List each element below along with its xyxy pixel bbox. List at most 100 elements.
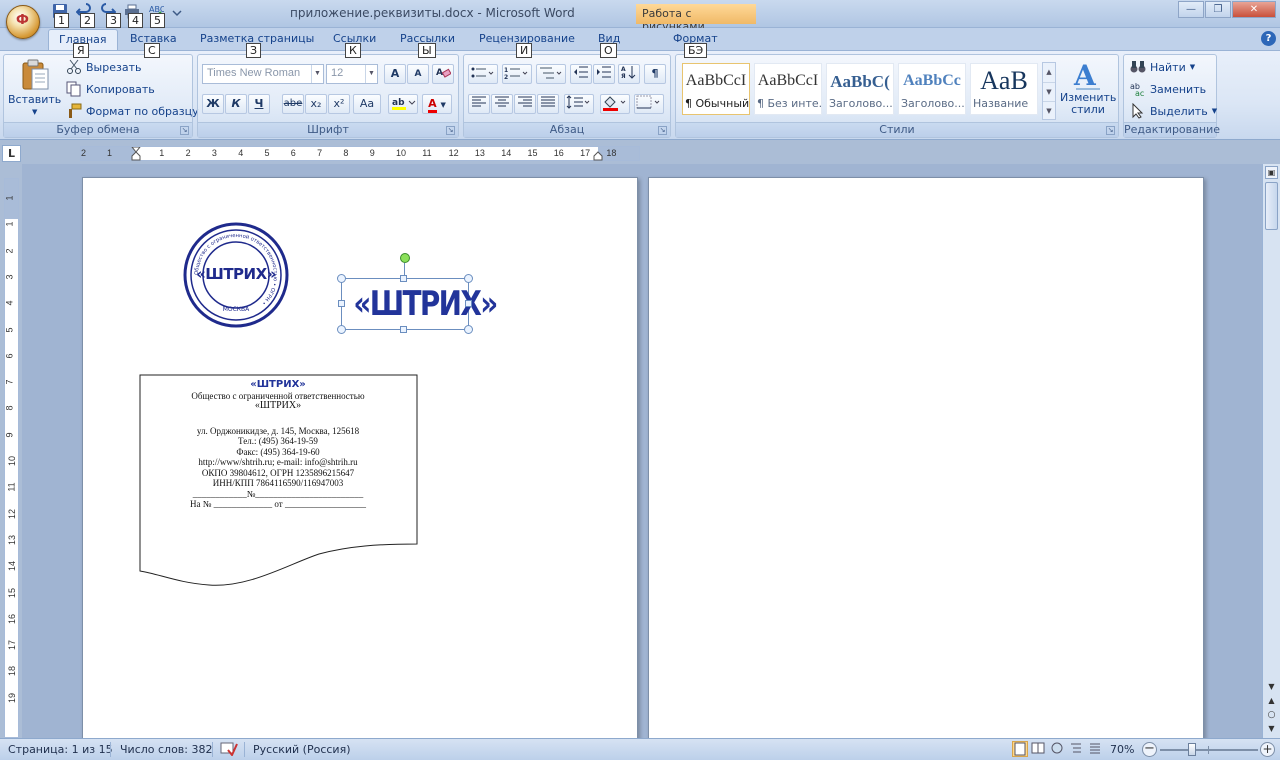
multilevel-list-button[interactable] (536, 64, 566, 84)
change-styles-button[interactable]: A Изменить стили (1060, 59, 1116, 116)
resize-handle-w[interactable] (338, 300, 345, 307)
resize-handle-sw[interactable] (337, 325, 346, 334)
style-heading-2[interactable]: AaBbCc Заголово... (898, 63, 966, 115)
resize-handle-ne[interactable] (464, 274, 473, 283)
strikethrough-button[interactable]: abe (282, 94, 304, 114)
clipboard-dialog-launcher[interactable]: ↘ (180, 126, 189, 135)
company-stamp[interactable]: Общество с ограниченной ответственностью… (183, 222, 289, 328)
tab-selector[interactable]: L (2, 145, 21, 162)
restore-button[interactable]: ❐ (1205, 1, 1231, 18)
zoom-out-button[interactable]: − (1142, 742, 1157, 757)
resize-handle-n[interactable] (400, 275, 407, 282)
zoom-in-button[interactable]: + (1260, 742, 1275, 757)
select-browse-object-button[interactable]: ○ (1265, 710, 1278, 722)
tab-keytip-view: О (600, 43, 617, 58)
decrease-indent-button[interactable] (570, 64, 592, 84)
subscript-button[interactable]: x₂ (305, 94, 327, 114)
justify-button[interactable] (537, 94, 559, 114)
page-count[interactable]: Страница: 1 из 15 (8, 743, 113, 756)
rotation-handle[interactable] (400, 253, 410, 263)
italic-button[interactable]: К (225, 94, 247, 114)
font-family-combo[interactable]: Times New Roman ▼ (202, 64, 324, 84)
select-button[interactable]: Выделить ▼ (1130, 103, 1217, 119)
borders-button[interactable] (634, 94, 664, 114)
resize-handle-se[interactable] (464, 325, 473, 334)
web-layout-view-button[interactable] (1050, 741, 1066, 757)
grow-font-button[interactable]: A (384, 64, 406, 84)
resize-handle-e[interactable] (465, 300, 472, 307)
zoom-slider-thumb[interactable] (1188, 743, 1196, 756)
indent-marker-icon[interactable] (131, 147, 141, 161)
paste-icon (22, 59, 49, 90)
letterhead-blank[interactable]: «ШТРИХ» Общество с ограниченной ответств… (139, 374, 419, 588)
window-controls: — ❐ ✕ (1178, 1, 1276, 18)
find-button[interactable]: Найти ▼ (1130, 59, 1195, 75)
right-indent-marker-icon[interactable] (593, 151, 603, 161)
document-page-1[interactable]: Общество с ограниченной ответственностью… (82, 177, 638, 747)
bullets-button[interactable] (468, 64, 498, 84)
resize-handle-nw[interactable] (337, 274, 346, 283)
scrollbar-thumb[interactable] (1265, 182, 1278, 230)
styles-dialog-launcher[interactable]: ↘ (1106, 126, 1115, 135)
sort-button[interactable]: АЯ (618, 64, 640, 84)
horizontal-ruler[interactable]: 2 1 1 2 3 4 5 6 7 8 9 10 11 12 13 14 15 16 17 18 (80, 146, 640, 161)
underline-button[interactable]: Ч (248, 94, 270, 114)
minimize-button[interactable]: — (1178, 1, 1204, 18)
align-left-button[interactable] (468, 94, 490, 114)
line-spacing-button[interactable] (564, 94, 594, 114)
style-title[interactable]: AaB Название (970, 63, 1038, 115)
cut-button[interactable]: Вырезать (66, 59, 141, 75)
vertical-scrollbar[interactable]: ▣ ▼ ▲ ○ ▼ (1262, 164, 1280, 738)
increase-indent-button[interactable] (593, 64, 615, 84)
print-layout-view-button[interactable] (1012, 741, 1028, 757)
zoom-slider[interactable] (1160, 743, 1258, 756)
previous-browse-button[interactable]: ▲ (1265, 696, 1278, 708)
help-button[interactable]: ? (1261, 31, 1276, 46)
font-size-combo[interactable]: 12 ▼ (326, 64, 378, 84)
document-workspace[interactable]: Общество с ограниченной ответственностью… (22, 164, 1262, 747)
proofing-icon[interactable] (220, 742, 238, 756)
superscript-button[interactable]: x² (328, 94, 350, 114)
customize-qat-button[interactable] (172, 3, 184, 23)
office-button[interactable]: Ф (6, 5, 40, 39)
outline-view-button[interactable] (1069, 741, 1085, 757)
clear-formatting-button[interactable]: A (432, 64, 454, 84)
replace-button[interactable]: ab ac Заменить (1130, 81, 1206, 97)
change-case-button[interactable]: Aa (353, 94, 381, 114)
next-browse-button[interactable]: ▼ (1265, 724, 1278, 736)
styles-gallery-scroll[interactable]: ▲ ▼ ▼ (1042, 62, 1056, 120)
style-heading-1[interactable]: AaBbC( Заголово... (826, 63, 894, 115)
shading-button[interactable] (600, 94, 630, 114)
language-indicator[interactable]: Русский (Россия) (253, 743, 351, 756)
paragraph-dialog-launcher[interactable]: ↘ (658, 126, 667, 135)
close-button[interactable]: ✕ (1232, 1, 1276, 18)
show-formatting-marks-button[interactable]: ¶ (644, 64, 666, 84)
font-dialog-launcher[interactable]: ↘ (446, 126, 455, 135)
shrink-font-button[interactable]: A (407, 64, 429, 84)
copy-button[interactable]: Копировать (66, 81, 155, 97)
numbering-button[interactable]: 12 (502, 64, 532, 84)
zoom-level[interactable]: 70% (1110, 743, 1134, 756)
document-page-2[interactable] (648, 177, 1204, 747)
ruler-toggle-button[interactable]: ▣ (1265, 166, 1278, 179)
align-center-button[interactable] (491, 94, 513, 114)
vertical-ruler[interactable]: 1 1 2 3 4 5 6 7 8 9 10 11 12 13 14 15 16 17 18 19 (4, 178, 19, 738)
letterhead-logo: «ШТРИХ» (250, 379, 306, 390)
full-screen-reading-view-button[interactable] (1031, 741, 1047, 757)
bold-button[interactable]: Ж (202, 94, 224, 114)
highlight-button[interactable]: ab (388, 94, 418, 114)
paste-button[interactable]: Вставить ▼ (8, 59, 61, 116)
style-no-spacing[interactable]: AaBbCcI ¶ Без инте... (754, 63, 822, 115)
selected-logo-picture[interactable]: «ШТРИХ» (337, 253, 498, 334)
strikethrough-icon: abe (283, 98, 303, 109)
ruler-number: 1 (4, 195, 15, 201)
scroll-down-arrow[interactable]: ▼ (1265, 682, 1278, 694)
resize-handle-s[interactable] (400, 326, 407, 333)
svg-text:A: A (1073, 59, 1097, 91)
format-painter-button[interactable]: Формат по образцу (66, 103, 199, 119)
draft-view-button[interactable] (1088, 741, 1104, 757)
align-right-button[interactable] (514, 94, 536, 114)
font-color-button[interactable]: A ▼ (422, 94, 452, 114)
style-normal[interactable]: AaBbCcI ¶ Обычный (682, 63, 750, 115)
word-count[interactable]: Число слов: 382 (120, 743, 213, 756)
